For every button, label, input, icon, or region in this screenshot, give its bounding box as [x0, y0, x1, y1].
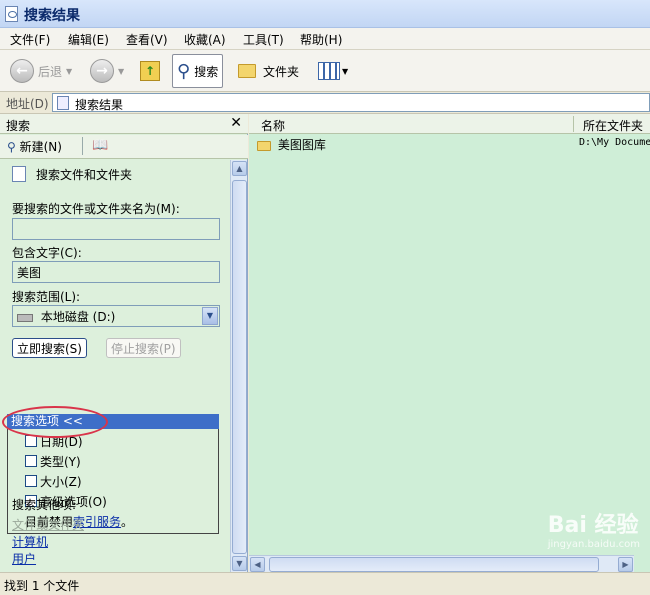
result-name: 美图图库: [277, 138, 326, 152]
address-bar: 地址(D) 搜索结果: [0, 92, 650, 114]
column-divider[interactable]: [573, 116, 574, 132]
scroll-left-icon[interactable]: ◀: [250, 557, 265, 572]
menu-file[interactable]: 文件(F): [10, 31, 50, 48]
menu-bar: 文件(F) 编辑(E) 查看(V) 收藏(A) 工具(T) 帮助(H): [0, 28, 650, 50]
scope-select[interactable]: 本地磁盘 (D:) ▼: [12, 305, 220, 327]
forward-button[interactable]: → ▼: [90, 54, 124, 88]
chevron-down-icon[interactable]: ▼: [202, 307, 218, 325]
chevron-down-icon: ▼: [66, 66, 73, 76]
divider: [82, 137, 83, 155]
other-computer-link[interactable]: 计算机: [12, 533, 48, 550]
name-input[interactable]: [12, 218, 220, 240]
address-field[interactable]: 搜索结果: [52, 93, 650, 112]
new-search-icon: ⚲: [7, 140, 16, 154]
close-icon[interactable]: ✕: [230, 115, 242, 131]
baidu-watermark: Bai 经验 jingyan.baidu.com: [548, 507, 640, 550]
scroll-thumb[interactable]: [269, 557, 599, 572]
address-value: 搜索结果: [75, 98, 124, 112]
new-search-label: 新建(N): [19, 140, 62, 154]
other-users-link[interactable]: 用户: [12, 550, 36, 567]
folders-button[interactable]: 文件夹: [238, 54, 299, 88]
window-title: 搜索结果: [24, 8, 80, 24]
menu-view[interactable]: 查看(V): [126, 31, 168, 48]
address-label: 地址(D): [6, 97, 49, 111]
menu-tools[interactable]: 工具(T): [243, 31, 284, 48]
search-pane-title: 搜索: [6, 119, 31, 133]
back-label: 后退: [38, 64, 63, 79]
new-search-button[interactable]: ⚲ 新建(N): [7, 138, 62, 155]
search-pane-toolbar: ⚲ 新建(N) 📖: [0, 135, 248, 159]
results-hscrollbar[interactable]: ◀ ▶: [249, 555, 634, 572]
scroll-thumb[interactable]: [232, 180, 247, 554]
chevron-down-icon: ▼: [118, 66, 125, 76]
column-name-header[interactable]: 名称: [261, 117, 285, 134]
other-files-link[interactable]: 文件或文件夹: [12, 516, 84, 533]
other-heading: 搜索其他项:: [12, 498, 77, 512]
scroll-right-icon[interactable]: ▶: [618, 557, 633, 572]
book-icon[interactable]: 📖: [92, 138, 108, 153]
menu-favorites[interactable]: 收藏(A): [184, 31, 226, 48]
menu-edit[interactable]: 编辑(E): [68, 31, 109, 48]
toolbar: ← 后退 ▼ → ▼ ↑ ⚲ 搜索 文件夹 ▼: [0, 50, 650, 92]
menu-help[interactable]: 帮助(H): [300, 31, 342, 48]
type-checkbox[interactable]: [25, 455, 37, 467]
search-pane-scrollbar[interactable]: ▲ ▼: [230, 160, 247, 572]
back-arrow-icon: ←: [10, 59, 34, 83]
chevron-down-icon: ▼: [342, 66, 349, 76]
size-checkbox[interactable]: [25, 475, 37, 487]
column-folder-header[interactable]: 所在文件夹: [583, 117, 643, 134]
search-heading: 搜索文件和文件夹: [36, 168, 133, 182]
scope-value: 本地磁盘 (D:): [40, 310, 116, 324]
scroll-up-icon[interactable]: ▲: [232, 161, 247, 176]
search-results-icon: [57, 96, 69, 110]
folder-icon: [257, 140, 271, 151]
views-button[interactable]: ▼: [318, 54, 348, 88]
drive-icon: [17, 313, 33, 322]
search-now-button[interactable]: 立即搜索(S): [12, 338, 87, 358]
search-window-icon: [5, 6, 18, 22]
results-header: 名称 所在文件夹: [249, 114, 650, 134]
status-bar: 找到 1 个文件: [0, 572, 650, 595]
name-label: 要搜索的文件或文件夹名为(M):: [12, 202, 180, 216]
magnifier-icon: ⚲: [177, 60, 191, 82]
scroll-down-icon[interactable]: ▼: [232, 556, 247, 571]
contain-input[interactable]: 美图: [12, 261, 220, 283]
search-pane-header: 搜索 ✕: [0, 114, 248, 134]
type-option-label: 类型(Y): [40, 455, 81, 469]
up-folder-icon: ↑: [140, 61, 160, 81]
scope-label: 搜索范围(L):: [12, 290, 81, 304]
result-row[interactable]: 美图图库 D:\My Docume: [257, 136, 650, 152]
folders-label: 文件夹: [263, 64, 300, 79]
search-doc-icon: [12, 166, 26, 182]
up-folder-button[interactable]: ↑: [140, 54, 160, 88]
watermark-url: jingyan.baidu.com: [547, 539, 640, 550]
status-text: 找到 1 个文件: [4, 579, 80, 593]
search-label: 搜索: [194, 64, 219, 79]
contain-label: 包含文字(C):: [12, 246, 82, 260]
folder-icon: [238, 64, 256, 78]
highlight-circle: [2, 406, 108, 438]
search-button[interactable]: ⚲ 搜索: [172, 54, 224, 88]
title-bar: 搜索结果: [0, 0, 650, 28]
watermark-brand: Bai 经验: [547, 513, 639, 538]
index-suffix: 。: [121, 515, 134, 529]
forward-arrow-icon: →: [90, 59, 114, 83]
search-pane: 搜索 ✕ ⚲ 新建(N) 📖 搜索文件和文件夹 要搜索的文件或文件夹名为(M):…: [0, 114, 248, 572]
back-button[interactable]: ← 后退 ▼: [10, 54, 72, 88]
search-form: 搜索文件和文件夹 要搜索的文件或文件夹名为(M): 包含文字(C): 美图 搜索…: [0, 160, 230, 572]
size-option-label: 大小(Z): [40, 475, 82, 489]
result-folder: D:\My Docume: [579, 137, 650, 148]
results-pane: 名称 所在文件夹 美图图库 D:\My Docume ◀ ▶ Bai 经验 ji…: [249, 114, 650, 572]
stop-search-button[interactable]: 停止搜索(P): [106, 338, 181, 358]
views-icon: [318, 62, 340, 80]
